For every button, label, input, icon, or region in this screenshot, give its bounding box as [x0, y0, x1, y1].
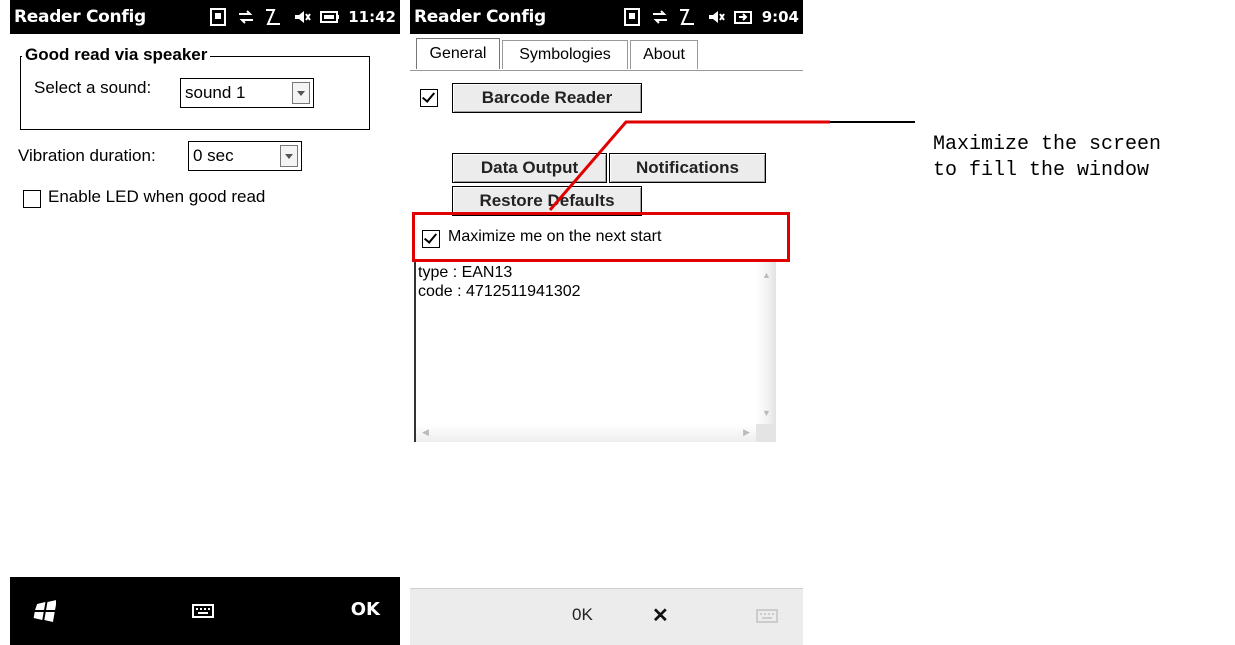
sound-select[interactable]: sound 1 — [180, 78, 314, 108]
settings-panel: Good read via speaker Select a sound: so… — [10, 34, 400, 577]
chevron-down-icon[interactable] — [292, 82, 310, 104]
vibration-select[interactable]: 0 sec — [188, 141, 302, 171]
app-title: Reader Config — [14, 7, 146, 27]
barcode-reader-checkbox[interactable] — [420, 89, 438, 107]
tab-general[interactable]: General — [416, 38, 500, 69]
ok-button[interactable]: OK — [351, 599, 380, 620]
speaker-muted-icon — [292, 7, 312, 27]
led-checkbox-label: Enable LED when good read — [48, 187, 266, 206]
ok-softkey[interactable]: 0K — [572, 605, 593, 625]
left-device-screen: Reader Config 11:42 Good read via speake… — [10, 0, 400, 645]
title-bar: Reader Config 9:04 — [410, 0, 803, 34]
sound-label: Select a sound: — [34, 78, 152, 97]
sim-icon — [622, 7, 642, 27]
tab-symbologies[interactable]: Symbologies — [502, 40, 628, 69]
horizontal-scrollbar[interactable]: ◀ ▶ — [416, 424, 756, 442]
group-title: Good read via speaker — [22, 45, 211, 65]
vibration-label: Vibration duration: — [18, 146, 156, 165]
signal-icon — [678, 7, 698, 27]
right-device-screen: Reader Config 9:04 General Symbologies A… — [410, 0, 803, 645]
power-plug-icon — [733, 7, 754, 27]
clock: 11:42 — [348, 8, 396, 26]
clock: 9:04 — [761, 8, 799, 26]
scroll-down-icon[interactable]: ▼ — [762, 408, 771, 418]
close-icon[interactable]: ✕ — [652, 603, 669, 628]
keyboard-icon[interactable] — [756, 606, 778, 626]
keyboard-icon[interactable] — [192, 601, 214, 621]
title-bar: Reader Config 11:42 — [10, 0, 400, 34]
annotation-text-line-2: to fill the window — [933, 159, 1150, 182]
vibration-select-value: 0 sec — [193, 146, 234, 165]
annotation-callout-line — [548, 120, 915, 211]
tab-divider — [410, 70, 803, 71]
scrollbar-corner — [756, 424, 776, 442]
scroll-left-icon[interactable]: ◀ — [422, 427, 429, 438]
signal-icon — [264, 7, 284, 27]
tab-about[interactable]: About — [630, 40, 698, 69]
annotation-text-line-1: Maximize the screen — [933, 133, 1162, 156]
data-transfer-icon — [650, 7, 670, 27]
bottom-bar: OK — [10, 577, 400, 645]
speaker-muted-icon — [706, 7, 726, 27]
scroll-up-icon[interactable]: ▲ — [762, 270, 771, 280]
data-transfer-icon — [236, 7, 256, 27]
led-checkbox[interactable] — [23, 190, 41, 208]
output-line-type: type : EAN13 — [418, 264, 513, 281]
vertical-scrollbar[interactable]: ▲ ▼ — [756, 262, 776, 424]
soft-key-bar: 0K ✕ — [410, 588, 803, 645]
output-line-code: code : 4712511941302 — [418, 283, 581, 300]
app-title: Reader Config — [414, 7, 546, 27]
sound-select-value: sound 1 — [185, 83, 246, 102]
sim-icon — [208, 7, 228, 27]
barcode-reader-button[interactable]: Barcode Reader — [452, 83, 642, 113]
annotation-highlight-box — [412, 212, 790, 262]
scroll-right-icon[interactable]: ▶ — [743, 427, 750, 438]
battery-icon — [320, 7, 340, 27]
chevron-down-icon[interactable] — [280, 145, 298, 167]
windows-flag-icon[interactable] — [32, 599, 56, 623]
scan-output-box[interactable]: type : EAN13 code : 4712511941302 ▲ ▼ ◀ … — [414, 262, 776, 442]
